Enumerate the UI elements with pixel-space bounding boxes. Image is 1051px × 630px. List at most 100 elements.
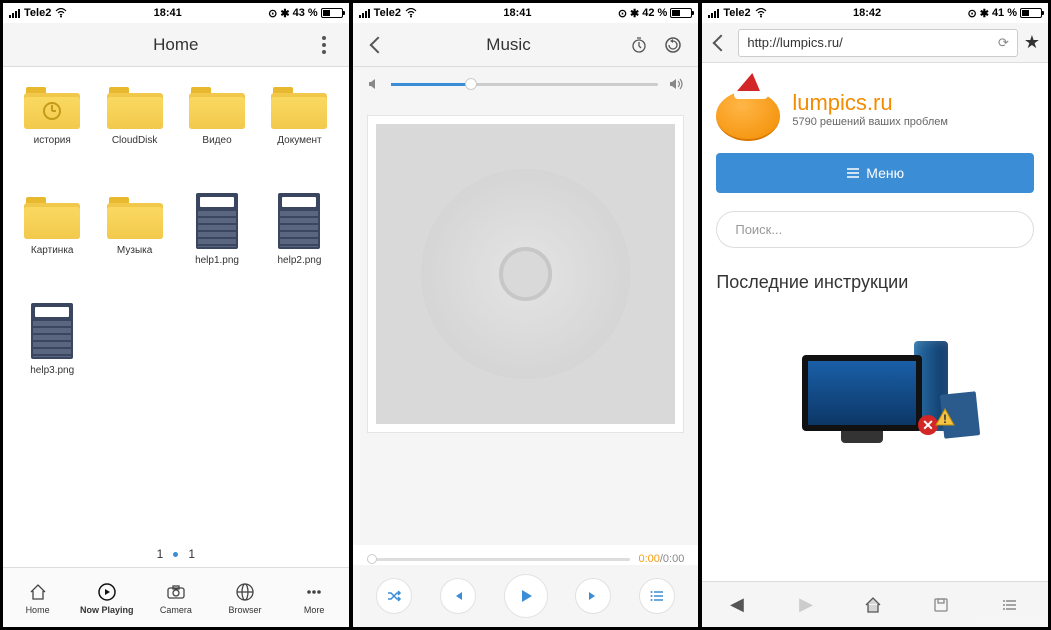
folder-document[interactable]: Документ (258, 79, 340, 189)
section-heading: Последние инструкции (716, 272, 1034, 293)
folder-icon (271, 87, 327, 129)
svg-text:!: ! (943, 412, 947, 426)
bluetooth-icon: ✱ (280, 7, 289, 20)
battery-icon (670, 8, 692, 18)
folder-clouddisk[interactable]: CloudDisk (93, 79, 175, 189)
status-bar: Tele2 18:41 ⊙ ✱ 42 % (353, 3, 699, 23)
history-icon (43, 102, 61, 120)
webpage[interactable]: lumpics.ru 5790 решений ваших проблем Ме… (702, 63, 1048, 581)
url-bar: http://lumpics.ru/ ⟳ ★ (702, 23, 1048, 63)
url-text: http://lumpics.ru/ (747, 35, 992, 50)
file-help3[interactable]: help3.png (11, 299, 93, 409)
menu-label: Меню (866, 165, 904, 181)
player-body (353, 101, 699, 545)
url-input[interactable]: http://lumpics.ru/ ⟳ (738, 29, 1018, 57)
image-thumbnail (31, 303, 73, 359)
tab-home[interactable]: Home (3, 568, 72, 627)
volume-slider[interactable] (391, 83, 659, 86)
bluetooth-icon: ✱ (630, 7, 639, 20)
file-label: help3.png (30, 365, 74, 376)
menu-button[interactable] (1002, 597, 1024, 613)
menu-button[interactable] (311, 32, 337, 58)
folder-history[interactable]: история (11, 79, 93, 189)
repeat-button[interactable] (660, 32, 686, 58)
folder-icon (24, 87, 80, 129)
nav-bar: Home (3, 23, 349, 67)
menu-button[interactable]: Меню (716, 153, 1034, 193)
folder-icon (24, 197, 80, 239)
carrier-label: Tele2 (374, 7, 401, 19)
refresh-icon[interactable]: ⟳ (998, 35, 1009, 51)
play-button[interactable] (504, 574, 548, 618)
pager-total: 1 (188, 547, 195, 561)
back-button[interactable] (365, 32, 391, 58)
pager-dot (173, 552, 178, 557)
watermark: user-life.com (975, 612, 1043, 626)
nav-forward-button[interactable]: ▶ (795, 594, 817, 615)
shuffle-button[interactable] (376, 578, 412, 614)
file-help1[interactable]: help1.png (176, 189, 258, 299)
tab-camera[interactable]: Camera (141, 568, 210, 627)
playlist-button[interactable] (639, 578, 675, 614)
nav-title: Music (399, 35, 619, 55)
clock: 18:42 (767, 7, 968, 19)
nav-home-button[interactable] (864, 596, 886, 614)
progress-slider[interactable] (367, 558, 631, 561)
album-art-frame (367, 115, 685, 433)
article-image: ✕ ! (716, 311, 1034, 431)
site-title: lumpics.ru (792, 90, 948, 116)
tab-more[interactable]: More (280, 568, 349, 627)
home-icon (27, 581, 49, 603)
folder-video[interactable]: Видео (176, 79, 258, 189)
tab-label: Now Playing (80, 605, 134, 615)
globe-icon (234, 581, 256, 603)
prev-button[interactable] (440, 578, 476, 614)
site-logo (716, 77, 780, 141)
timer-button[interactable] (626, 32, 652, 58)
nav-back-button[interactable]: ◀ (726, 594, 748, 615)
back-button[interactable] (710, 32, 732, 54)
warning-icon: ! (934, 407, 956, 429)
play-icon (516, 586, 536, 606)
status-bar: Tele2 18:41 ⊙ ✱ 43 % (3, 3, 349, 23)
next-icon (585, 588, 601, 604)
next-button[interactable] (575, 578, 611, 614)
tab-browser[interactable]: Browser (210, 568, 279, 627)
tab-label: More (304, 605, 325, 615)
battery-percent: 43 % (293, 7, 318, 19)
list-icon (649, 588, 665, 604)
file-label: help1.png (195, 255, 239, 266)
wifi-icon (755, 8, 767, 18)
status-bar: Tele2 18:42 ⊙ ✱ 41 % (702, 3, 1048, 23)
nav-title: Home (49, 35, 303, 55)
more-icon (303, 581, 325, 603)
monitor-icon (802, 355, 922, 431)
volume-bar (353, 67, 699, 101)
folder-label: Картинка (31, 245, 74, 256)
shuffle-icon (386, 588, 402, 604)
signal-icon (9, 9, 20, 18)
alarm-icon: ⊙ (268, 7, 277, 20)
santa-hat-icon (736, 73, 766, 101)
bookmark-button[interactable]: ★ (1024, 32, 1040, 53)
pager-current: 1 (157, 547, 164, 561)
file-help2[interactable]: help2.png (258, 189, 340, 299)
carrier-label: Tele2 (723, 7, 750, 19)
folder-music[interactable]: Музыка (93, 189, 175, 299)
folder-label: CloudDisk (112, 135, 158, 146)
album-art (376, 124, 676, 424)
save-button[interactable] (933, 597, 955, 613)
chevron-left-icon (713, 34, 730, 51)
folder-label: Документ (277, 135, 321, 146)
wifi-icon (405, 8, 417, 18)
time-total: /0:00 (660, 553, 684, 565)
carrier-label: Tele2 (24, 7, 51, 19)
tab-now-playing[interactable]: Now Playing (72, 568, 141, 627)
folder-picture[interactable]: Картинка (11, 189, 93, 299)
folder-label: Видео (202, 135, 231, 146)
search-input[interactable]: Поиск... (716, 211, 1034, 248)
progress-row: 0:00/0:00 (353, 545, 699, 565)
signal-icon (708, 9, 719, 18)
battery-icon (1020, 8, 1042, 18)
disc-center (499, 247, 553, 301)
